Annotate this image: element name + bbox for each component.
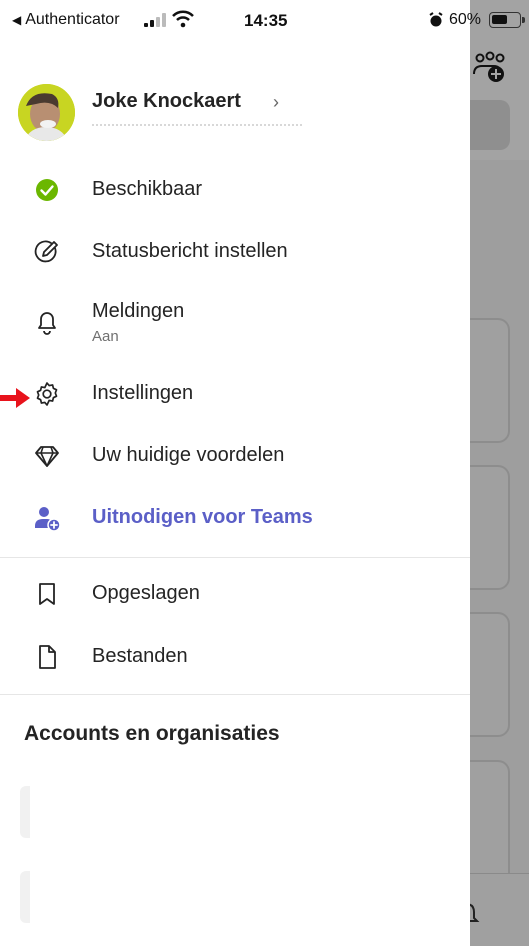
menu-label-settings: Instellingen: [92, 382, 194, 404]
gear-icon: [36, 382, 58, 406]
background-card: [470, 318, 510, 443]
back-to-app-link[interactable]: ◀ Authenticator: [12, 11, 120, 29]
menu-item-status-message[interactable]: Statusbericht instellen: [0, 224, 470, 280]
menu-label-notifications: Meldingen: [92, 300, 185, 322]
menu-item-files[interactable]: Bestanden: [0, 629, 470, 685]
available-status-icon: [36, 179, 58, 201]
avatar: [18, 84, 75, 141]
menu-sub-notifications: Aan: [92, 328, 119, 345]
background-card: [470, 465, 510, 590]
menu-item-saved[interactable]: Opgeslagen: [0, 566, 470, 622]
divider: [0, 694, 470, 695]
arrow-right-icon: [0, 388, 30, 408]
menu-label-status-message: Statusbericht instellen: [92, 240, 288, 262]
account-row[interactable]: [20, 871, 30, 923]
chevron-right-icon: ›: [273, 92, 279, 112]
bell-icon: [470, 903, 480, 922]
battery-fill: [492, 15, 507, 24]
clock: 14:35: [244, 11, 288, 30]
menu-item-settings[interactable]: Instellingen: [0, 366, 470, 422]
account-drawer: Joke Knockaert › Beschikbaar Statusberic…: [0, 40, 470, 946]
diamond-icon: [35, 446, 59, 467]
menu-label-files: Bestanden: [92, 645, 188, 667]
profile-email-obscured: [92, 124, 302, 128]
accounts-section-title: Accounts en organisaties: [24, 722, 280, 745]
menu-item-benefits[interactable]: Uw huidige voordelen: [0, 428, 470, 484]
background-card: [470, 760, 510, 885]
menu-label-saved: Opgeslagen: [92, 582, 200, 604]
invite-person-icon: [35, 507, 61, 532]
document-icon: [39, 645, 56, 669]
battery-icon: [489, 12, 525, 28]
alarm-icon: [429, 12, 443, 27]
battery-percentage: 60%: [449, 11, 482, 28]
profile-name: Joke Knockaert: [92, 90, 241, 112]
back-triangle-icon: ◀: [12, 13, 22, 27]
battery-nub: [522, 17, 525, 23]
cellular-signal-icon: [144, 13, 166, 27]
menu-label-benefits: Uw huidige voordelen: [92, 444, 285, 466]
background-app-overlay[interactable]: [470, 0, 529, 946]
menu-label-invite: Uitnodigen voor Teams: [92, 506, 313, 528]
bookmark-icon: [39, 583, 55, 605]
account-row[interactable]: [20, 786, 30, 838]
back-app-label: Authenticator: [25, 11, 120, 28]
menu-item-availability[interactable]: Beschikbaar: [0, 162, 470, 218]
divider: [0, 557, 470, 558]
profile-row[interactable]: Joke Knockaert ›: [18, 84, 458, 144]
menu-label-availability: Beschikbaar: [92, 178, 203, 200]
group-add-icon: [473, 51, 505, 82]
bell-icon: [38, 312, 56, 335]
avatar-photo: [18, 84, 75, 141]
wifi-icon: [172, 10, 194, 28]
menu-item-invite[interactable]: Uitnodigen voor Teams: [0, 490, 470, 546]
menu-item-notifications[interactable]: Meldingen Aan: [0, 286, 470, 356]
background-tab-bar: [470, 873, 529, 946]
edit-status-icon: [34, 240, 58, 263]
background-search-field: [470, 100, 510, 150]
status-bar: ◀ Authenticator 14:35 60%: [0, 0, 529, 40]
background-card: [470, 612, 510, 737]
